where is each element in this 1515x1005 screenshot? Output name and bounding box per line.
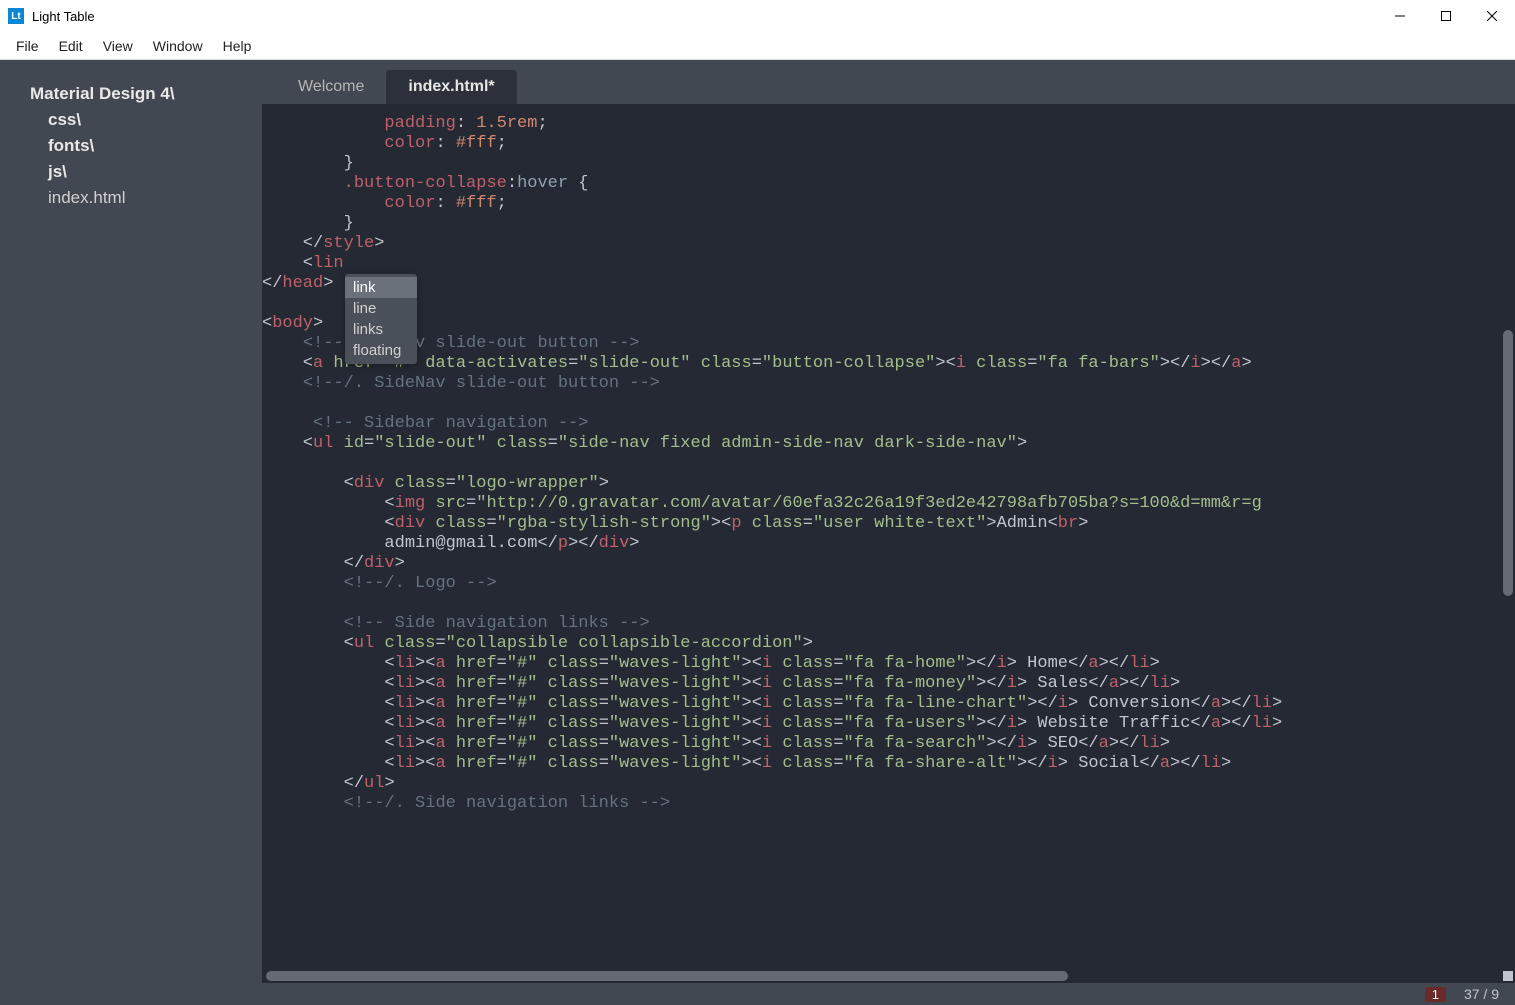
vertical-scroll-thumb[interactable]: [1503, 330, 1513, 596]
status-bar: 1 37 / 9: [0, 983, 1515, 1005]
autocomplete-item-link[interactable]: link: [345, 277, 417, 298]
tree-folder-fonts[interactable]: fonts\: [48, 136, 262, 156]
file-tree: Material Design 4\ css\ fonts\ js\ index…: [0, 60, 262, 983]
menu-bar: File Edit View Window Help: [0, 32, 1515, 60]
maximize-button[interactable]: [1423, 0, 1469, 32]
tree-folder-css[interactable]: css\: [48, 110, 262, 130]
tab-index-html[interactable]: index.html*: [386, 70, 516, 104]
tree-file-index[interactable]: index.html: [48, 188, 262, 208]
app-title: Light Table: [32, 9, 95, 24]
menu-file[interactable]: File: [6, 34, 49, 58]
autocomplete-item-line[interactable]: line: [345, 298, 417, 319]
cursor-position: 37 / 9: [1464, 986, 1499, 1002]
vertical-scrollbar[interactable]: [1503, 110, 1513, 830]
horizontal-scrollbar[interactable]: [266, 971, 1499, 981]
minimize-button[interactable]: [1377, 0, 1423, 32]
window-controls: [1377, 0, 1515, 32]
autocomplete-popup: link line links floating: [345, 274, 417, 364]
app-icon: Lt: [8, 8, 24, 24]
autocomplete-item-floating[interactable]: floating: [345, 340, 417, 361]
tree-folder-js[interactable]: js\: [48, 162, 262, 182]
menu-help[interactable]: Help: [213, 34, 262, 58]
menu-view[interactable]: View: [93, 34, 143, 58]
tab-welcome[interactable]: Welcome: [276, 70, 386, 104]
tree-root[interactable]: Material Design 4\: [30, 84, 262, 104]
code-editor[interactable]: padding: 1.5rem; color: #fff; } .button-…: [262, 104, 1515, 983]
resize-handle-icon: [1503, 971, 1513, 981]
editor-tabs: Welcome index.html*: [262, 60, 1515, 104]
close-button[interactable]: [1469, 0, 1515, 32]
menu-window[interactable]: Window: [143, 34, 213, 58]
status-error-badge[interactable]: 1: [1425, 987, 1446, 1002]
horizontal-scroll-thumb[interactable]: [266, 971, 1068, 981]
autocomplete-item-links[interactable]: links: [345, 319, 417, 340]
editor-area: Welcome index.html* padding: 1.5rem; col…: [262, 60, 1515, 983]
title-bar: Lt Light Table: [0, 0, 1515, 32]
menu-edit[interactable]: Edit: [49, 34, 93, 58]
